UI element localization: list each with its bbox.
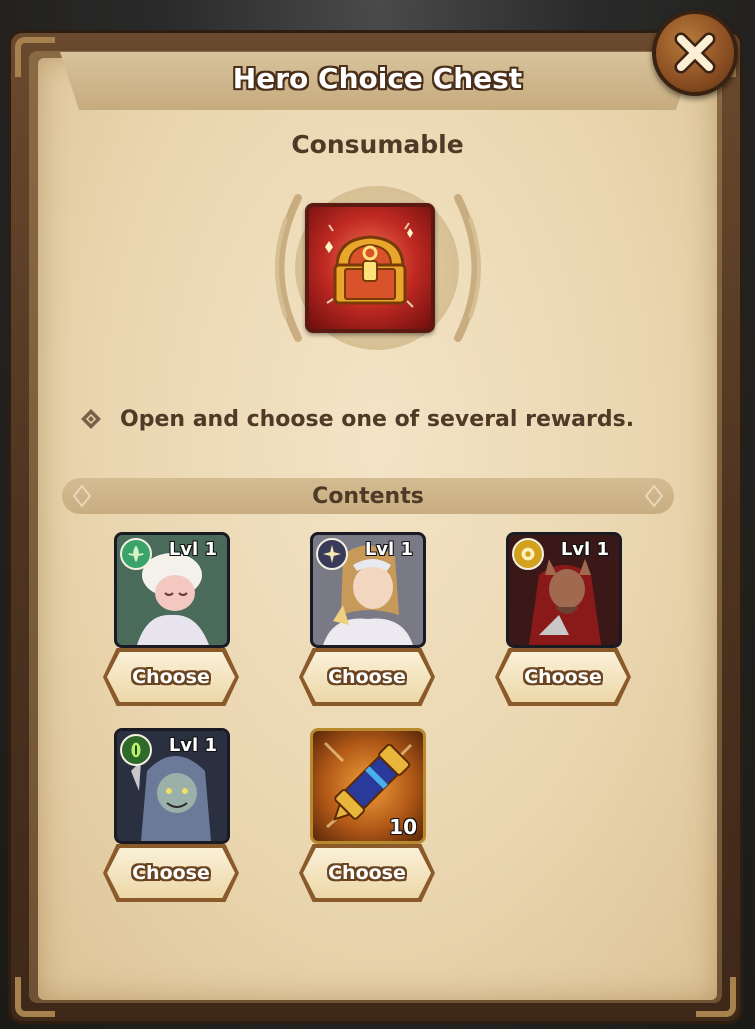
choose-button[interactable]: Choose — [303, 848, 431, 898]
wilder-faction-icon — [120, 538, 152, 570]
lightbearer-faction-icon — [512, 538, 544, 570]
hero-level: Lvl 1 — [560, 539, 609, 560]
reward-slot: 10 Choose — [299, 728, 435, 902]
celestial-faction-icon — [316, 538, 348, 570]
diamond-bullet-icon — [80, 408, 102, 430]
ornament-icon — [644, 484, 664, 508]
reward-slot: Lvl 1 Choose — [495, 532, 631, 706]
ornament-icon — [72, 484, 92, 508]
item-category: Consumable — [291, 130, 464, 159]
hero-portrait[interactable]: Lvl 1 — [114, 728, 230, 844]
treasure-chest-icon — [325, 222, 414, 308]
item-reward-tile[interactable]: 10 — [310, 728, 426, 844]
choose-button[interactable]: Choose — [499, 652, 627, 702]
hero-level: Lvl 1 — [168, 735, 217, 756]
close-icon — [674, 32, 716, 74]
hero-portrait[interactable]: Lvl 1 — [310, 532, 426, 648]
choose-button[interactable]: Choose — [107, 652, 235, 702]
choose-button[interactable]: Choose — [303, 652, 431, 702]
contents-header: Contents — [62, 478, 674, 514]
description-text: Open and choose one of several rewards. — [120, 406, 635, 432]
contents-label: Contents — [312, 483, 424, 509]
choose-button[interactable]: Choose — [107, 848, 235, 898]
reward-slot: Lvl 1 Choose — [299, 532, 435, 706]
hero-portrait[interactable]: Lvl 1 — [506, 532, 622, 648]
close-button[interactable] — [652, 10, 738, 96]
item-quantity: 10 — [389, 815, 417, 839]
item-description: Open and choose one of several rewards. — [80, 402, 700, 436]
chest-item-tile — [305, 203, 435, 333]
reward-slot: Lvl 1 Choose — [103, 532, 239, 706]
hero-level: Lvl 1 — [364, 539, 413, 560]
hero-level: Lvl 1 — [168, 539, 217, 560]
hero-portrait[interactable]: Lvl 1 — [114, 532, 230, 648]
graveborn-faction-icon — [120, 734, 152, 766]
dialog-title: Hero Choice Chest — [232, 62, 523, 95]
reward-slot: Lvl 1 Choose — [103, 728, 239, 902]
